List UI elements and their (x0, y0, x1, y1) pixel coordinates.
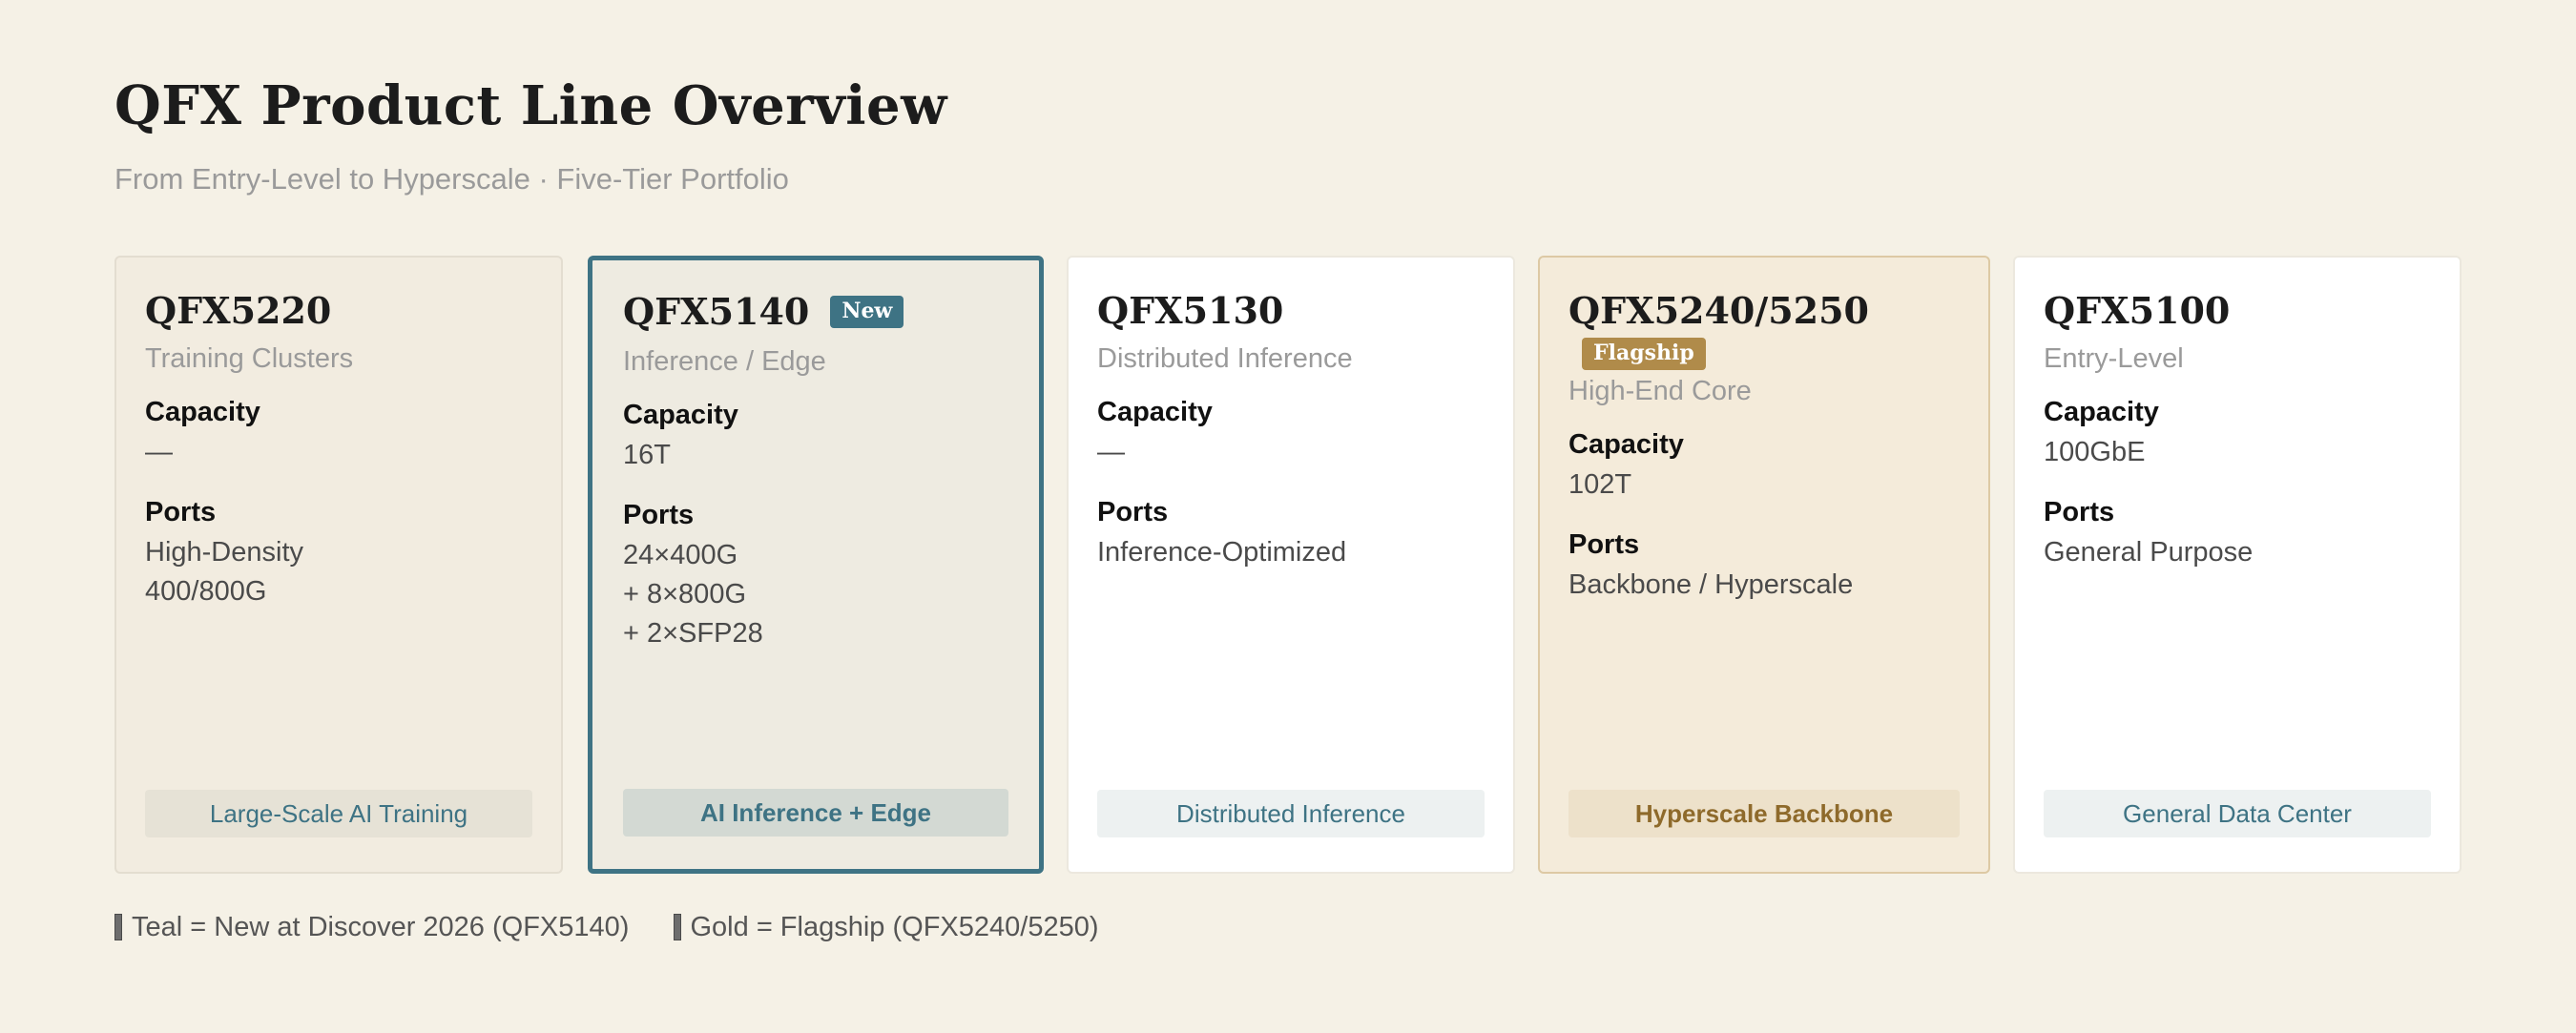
capacity-label: Capacity (2044, 397, 2159, 427)
ports-label: Ports (1097, 497, 1169, 527)
capacity-label: Capacity (145, 397, 260, 427)
use-case-tag: General Data Center (2044, 790, 2431, 837)
legend-item-gold: Gold = Flagship (QFX5240/5250) (673, 912, 1099, 943)
capacity-value: 102T (1568, 469, 1632, 500)
capacity-label: Capacity (1097, 397, 1213, 427)
ports-value: 24×400G + 8×800G + 2×SFP28 (623, 540, 763, 649)
capacity-label: Capacity (623, 400, 738, 430)
capacity-value: 16T (623, 440, 671, 470)
flagship-badge: Flagship (1582, 338, 1706, 370)
badge-row: Flagship (1568, 334, 1960, 370)
use-case-tag: AI Inference + Edge (623, 789, 1008, 837)
legend-swatch-icon (114, 914, 122, 940)
product-role: Entry-Level (2044, 343, 2184, 374)
ports-value: General Purpose (2044, 537, 2254, 568)
product-card-qfx5140: QFX5140 New Inference / Edge Capacity 16T… (588, 256, 1044, 874)
product-name: QFX5100 (2044, 289, 2231, 332)
product-card-qfx5130: QFX5130 Distributed Inference Capacity —… (1067, 256, 1515, 874)
legend-label: Teal = New at Discover 2026 (QFX5140) (132, 912, 630, 942)
legend-item-teal: Teal = New at Discover 2026 (QFX5140) (114, 912, 629, 943)
product-role: Training Clusters (145, 343, 354, 374)
ports-label: Ports (2044, 497, 2115, 527)
page-title: QFX Product Line Overview (114, 74, 947, 137)
product-role: Inference / Edge (623, 346, 826, 377)
capacity-value: 100GbE (2044, 437, 2146, 467)
product-card-qfx5100: QFX5100 Entry-Level Capacity 100GbE Port… (2013, 256, 2462, 874)
ports-value: Backbone / Hyperscale (1568, 569, 1854, 600)
ports-label: Ports (145, 497, 217, 527)
product-name: QFX5220 (145, 289, 332, 332)
product-role: High-End Core (1568, 376, 1752, 406)
legend-label: Gold = Flagship (QFX5240/5250) (690, 912, 1099, 942)
use-case-tag: Distributed Inference (1097, 790, 1485, 837)
legend-swatch-icon (673, 914, 681, 940)
ports-value: Inference-Optimized (1097, 537, 1347, 568)
capacity-label: Capacity (1568, 429, 1684, 460)
page-subtitle: From Entry-Level to Hyperscale · Five-Ti… (114, 162, 789, 196)
use-case-tag: Large-Scale AI Training (145, 790, 532, 837)
product-card-qfx5220: QFX5220 Training Clusters Capacity — Por… (114, 256, 563, 874)
product-name-row: QFX5140 New (623, 289, 1008, 335)
product-name: QFX5240/5250 (1568, 289, 1869, 332)
ports-label: Ports (623, 500, 695, 530)
product-cards: QFX5220 Training Clusters Capacity — Por… (114, 256, 2462, 874)
product-name: QFX5140 (623, 290, 810, 333)
product-role: Distributed Inference (1097, 343, 1353, 374)
product-name: QFX5130 (1097, 289, 1284, 332)
ports-value: High-Density 400/800G (145, 537, 303, 607)
capacity-value: — (1097, 437, 1125, 467)
legend: Teal = New at Discover 2026 (QFX5140) Go… (114, 912, 1135, 943)
capacity-value: — (145, 437, 173, 467)
new-badge: New (830, 295, 904, 328)
product-card-qfx5240-5250: QFX5240/5250 Flagship High-End Core Capa… (1538, 256, 1990, 874)
use-case-tag: Hyperscale Backbone (1568, 790, 1960, 837)
ports-label: Ports (1568, 529, 1640, 560)
